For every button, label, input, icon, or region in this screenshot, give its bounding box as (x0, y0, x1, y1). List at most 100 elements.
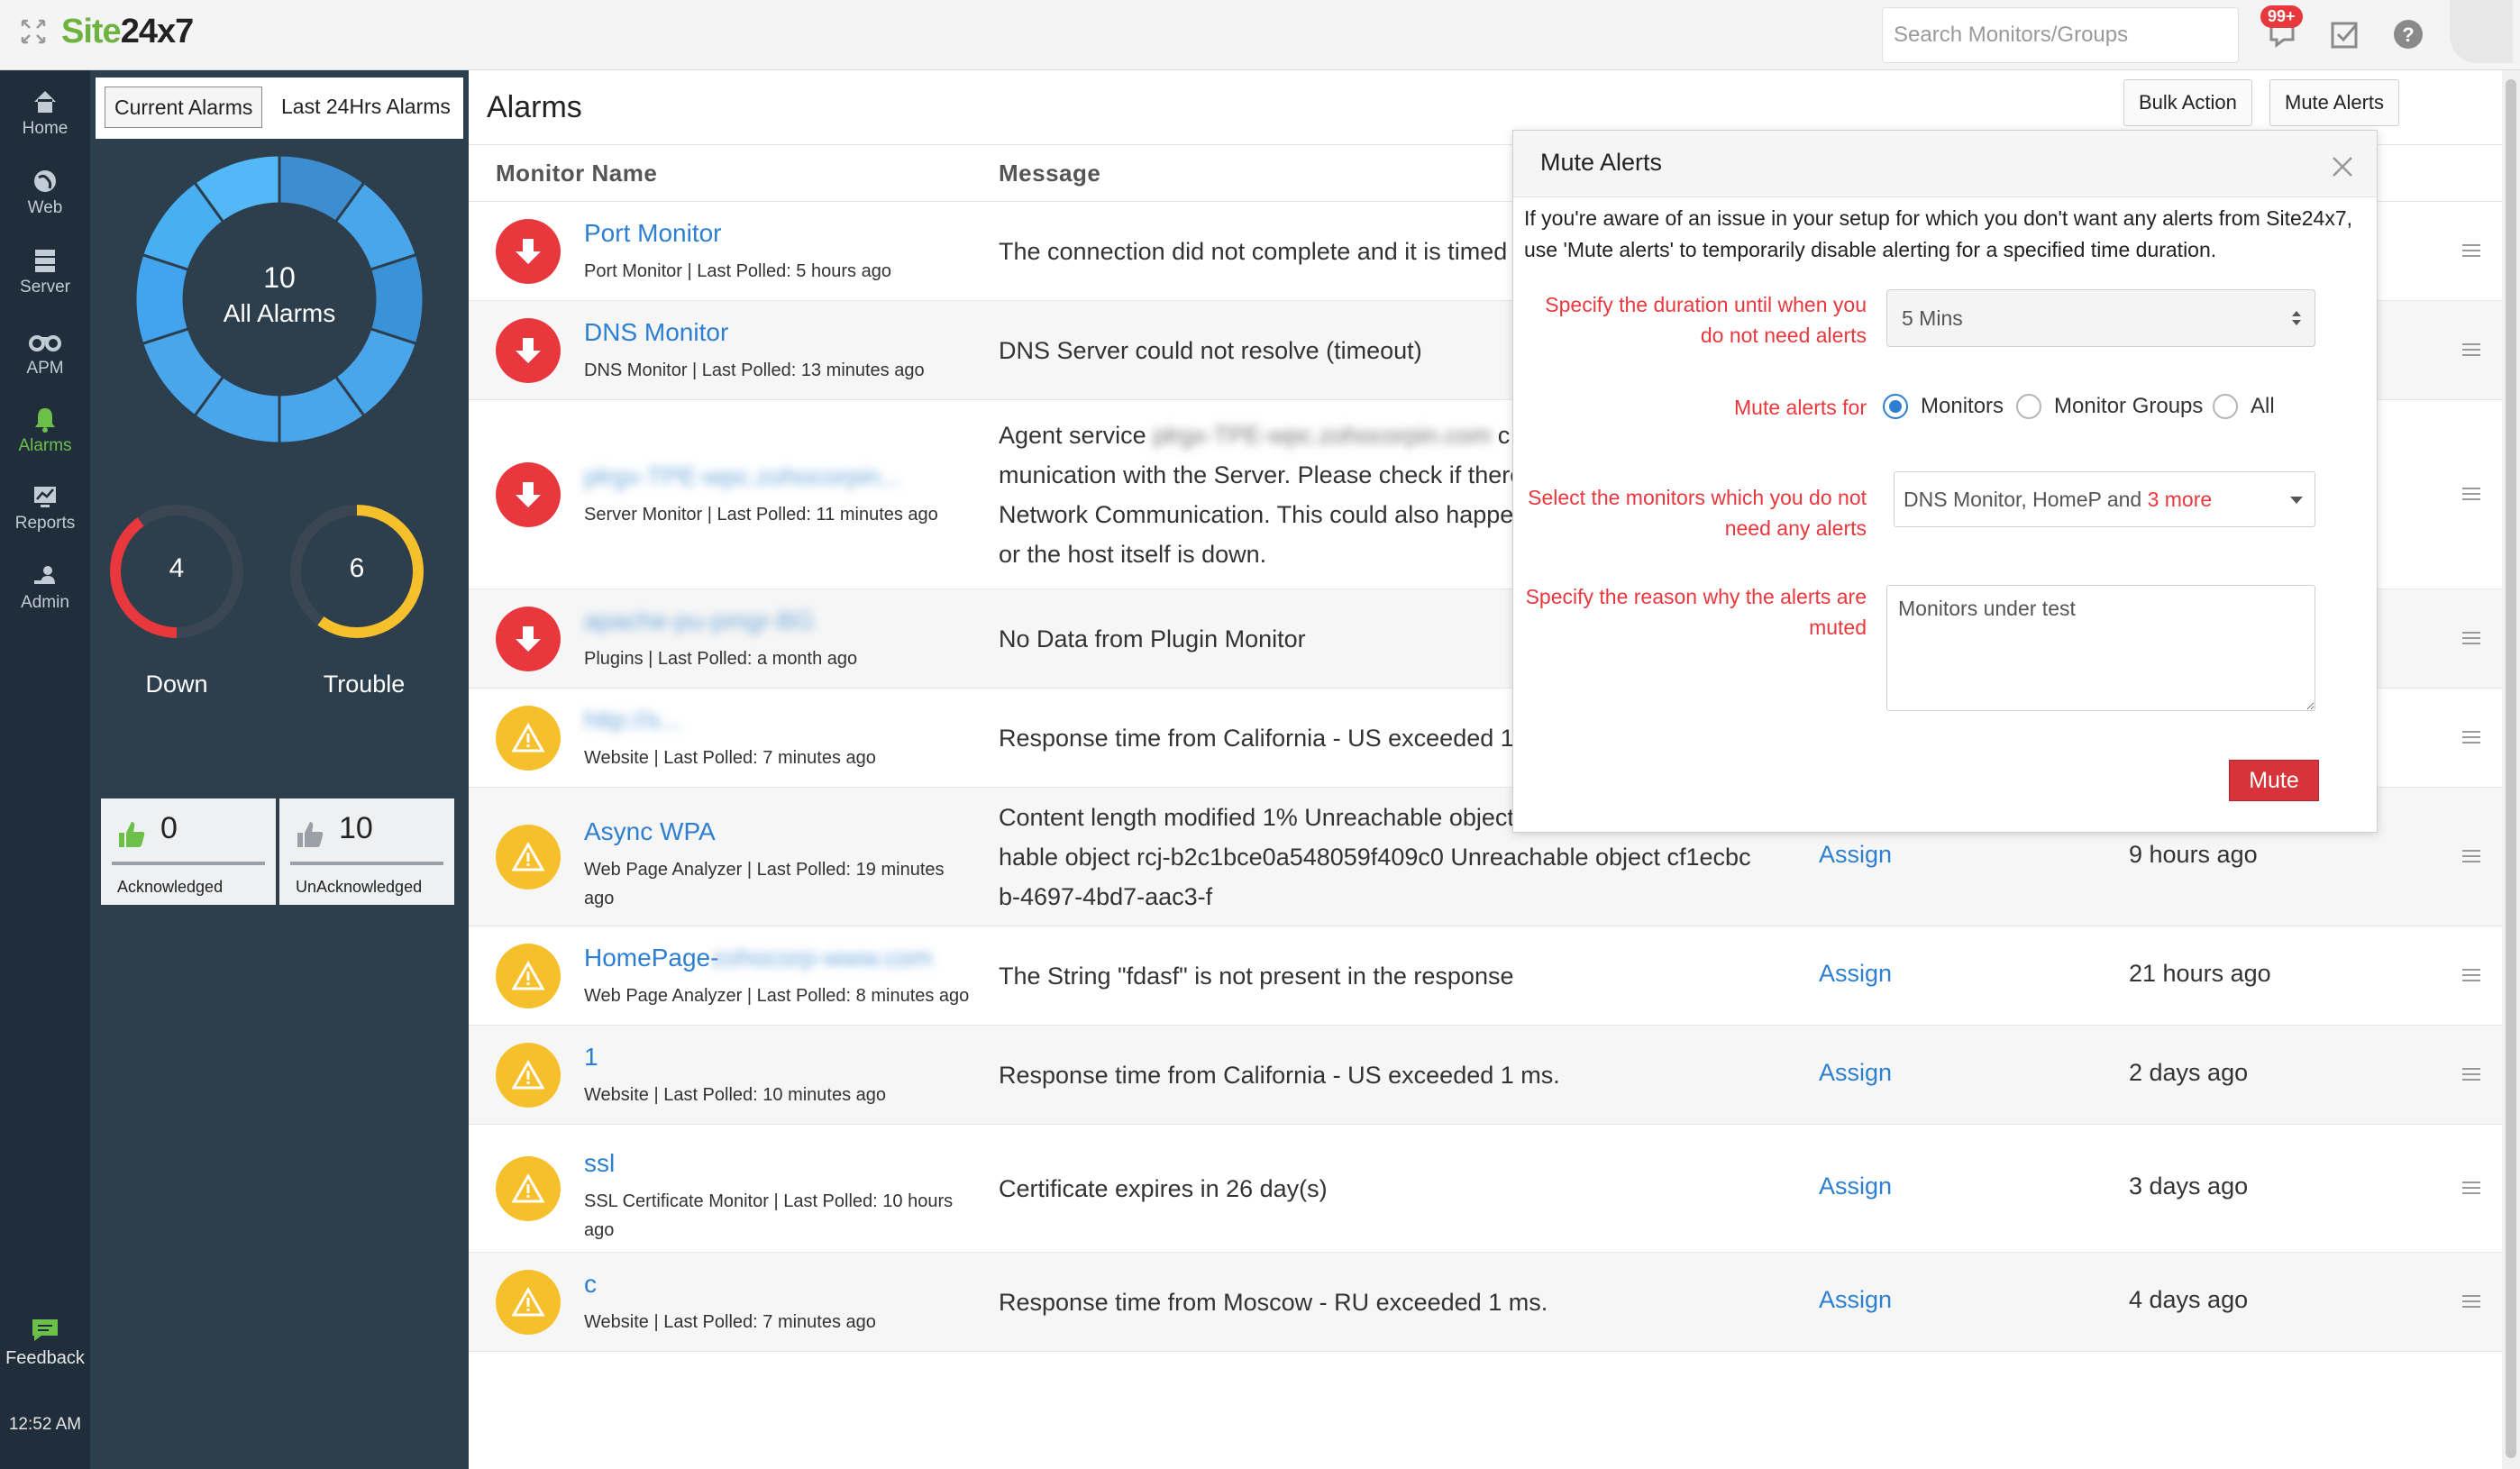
row-menu-icon[interactable] (2462, 969, 2480, 983)
unacknowledged-box[interactable]: 10 UnAcknowledged (279, 798, 454, 905)
trouble-status-icon (496, 944, 561, 1008)
trouble-status-icon (496, 1156, 561, 1221)
column-message[interactable]: Message (999, 160, 1100, 187)
message-text: Agent service (999, 422, 1146, 449)
row-menu-icon[interactable] (2462, 632, 2480, 646)
home-icon (34, 91, 56, 113)
all-alarms-count: 10 (263, 261, 296, 294)
assign-link[interactable]: Assign (1819, 841, 1892, 869)
nav-home[interactable]: Home (0, 88, 90, 139)
chevron-down-icon (2290, 497, 2303, 504)
feedback-label: Feedback (5, 1348, 85, 1368)
acknowledged-box[interactable]: 0 Acknowledged (101, 798, 276, 905)
row-menu-icon[interactable] (2462, 244, 2480, 259)
down-status-icon (496, 219, 561, 284)
down-status-icon (496, 607, 561, 671)
site24x7-logo[interactable]: Site24x7 (61, 13, 194, 51)
row-menu-icon[interactable] (2462, 343, 2480, 358)
nav-admin[interactable]: Admin (0, 562, 90, 613)
nav-server[interactable]: Server (0, 247, 90, 297)
nav-label: APM (26, 359, 64, 378)
alarm-message: Certificate expires in 26 day(s) (999, 1169, 1792, 1209)
monitor-subtitle: Web Page Analyzer | Last Polled: 19 minu… (584, 860, 945, 908)
globe-icon (34, 170, 56, 192)
scrollbar[interactable] (2502, 70, 2520, 1469)
monitor-name-link[interactable]: plrgx-TPE-wpc.zohocorpin... (584, 462, 901, 491)
monitor-subtitle: Port Monitor | Last Polled: 5 hours ago (584, 261, 891, 281)
monitor-name-blurred: zohocorp-www.com (712, 944, 933, 972)
row-menu-icon[interactable] (2462, 1068, 2480, 1082)
row-menu-icon[interactable] (2462, 1182, 2480, 1196)
monitor-name-link[interactable]: c (584, 1270, 597, 1299)
table-row[interactable]: c Website | Last Polled: 7 minutes ago Res… (469, 1253, 2502, 1352)
monitor-select[interactable]: DNS Monitor, HomeP and 3 more (1894, 471, 2315, 527)
assign-link[interactable]: Assign (1819, 1286, 1892, 1314)
alarm-message: Response time from California - US excee… (999, 1055, 1792, 1095)
radio-monitor-groups-label[interactable]: Monitor Groups (2054, 394, 2203, 419)
alarm-message: Response time from Moscow - RU exceeded … (999, 1282, 1792, 1322)
tasks-icon[interactable] (2327, 16, 2363, 52)
assign-link[interactable]: Assign (1819, 960, 1892, 988)
page-title: Alarms (487, 90, 582, 124)
monitor-name-link[interactable]: ssl (584, 1149, 615, 1178)
nav-reports[interactable]: Reports (0, 483, 90, 534)
chat-icon (32, 1319, 58, 1341)
trouble-status-icon (496, 1043, 561, 1108)
radio-monitor-groups[interactable] (2016, 394, 2041, 419)
alarm-time: 3 days ago (2129, 1172, 2249, 1200)
duration-select[interactable]: 5 Mins (1886, 289, 2315, 347)
monitor-subtitle: Server Monitor | Last Polled: 11 minutes… (584, 505, 938, 525)
monitor-subtitle: Website | Last Polled: 7 minutes ago (584, 748, 876, 768)
divider (290, 862, 443, 865)
assign-link[interactable]: Assign (1819, 1172, 1892, 1200)
message-text: b-4697-4bd7-aac3-f (999, 883, 1213, 910)
mute-for-label: Mute alerts for (1734, 396, 1867, 419)
monitor-name-link[interactable]: 1 (584, 1043, 598, 1072)
row-menu-icon[interactable] (2462, 850, 2480, 864)
tab-last-24hrs-alarms[interactable]: Last 24Hrs Alarms (272, 87, 460, 128)
feedback-button[interactable]: Feedback (0, 1318, 90, 1369)
monitor-name-link[interactable]: Port Monitor (584, 219, 722, 248)
reason-textarea[interactable] (1886, 585, 2315, 711)
table-row[interactable]: HomePage-zohocorp-www.com Web Page Analyz… (469, 926, 2502, 1026)
row-menu-icon[interactable] (2462, 488, 2480, 502)
assign-link[interactable]: Assign (1819, 1059, 1892, 1087)
search-input[interactable] (1882, 7, 2239, 63)
monitor-select-more: 3 more (2147, 488, 2213, 511)
monitor-name-link[interactable]: HomePage- (584, 944, 718, 972)
left-navigation: Home Web Server APM Alarms Reports Admin… (0, 70, 90, 1469)
nav-web[interactable]: Web (0, 168, 90, 218)
row-menu-icon[interactable] (2462, 1295, 2480, 1309)
bulk-action-button[interactable]: Bulk Action (2123, 79, 2252, 126)
tab-current-alarms[interactable]: Current Alarms (105, 87, 263, 128)
monitor-subtitle: Website | Last Polled: 10 minutes ago (584, 1085, 887, 1105)
table-row[interactable]: 1 Website | Last Polled: 10 minutes ago Re… (469, 1026, 2502, 1125)
monitor-name-link[interactable]: http://s... (584, 706, 680, 734)
nav-apm[interactable]: APM (0, 328, 90, 379)
mute-alerts-button[interactable]: Mute Alerts (2269, 79, 2400, 126)
monitor-name-link[interactable]: Async WPA (584, 817, 716, 846)
expand-icon[interactable] (20, 18, 47, 45)
message-text: The connection did not complete and it i… (999, 238, 1508, 265)
duration-value: 5 Mins (1902, 306, 1963, 330)
table-row[interactable]: ssl SSL Certificate Monitor | Last Polled… (469, 1125, 2502, 1253)
close-icon[interactable] (2330, 154, 2355, 179)
row-menu-icon[interactable] (2462, 731, 2480, 745)
clock: 12:52 AM (8, 1415, 82, 1434)
column-monitor-name[interactable]: Monitor Name (496, 160, 657, 187)
mute-button[interactable]: Mute (2229, 760, 2319, 801)
monitor-name-link[interactable]: apache-pu-pmgr-BG (584, 607, 814, 635)
nav-label: Reports (14, 514, 76, 533)
radio-all-label[interactable]: All (2251, 394, 2275, 419)
help-icon[interactable]: ? (2390, 16, 2426, 52)
radio-monitors-label[interactable]: Monitors (1921, 394, 2004, 419)
acknowledged-label: Acknowledged (117, 878, 224, 896)
monitor-name-link[interactable]: DNS Monitor (584, 318, 728, 347)
radio-monitors[interactable] (1883, 394, 1908, 419)
scrollbar-thumb[interactable] (2506, 79, 2516, 1458)
user-avatar[interactable] (2450, 0, 2513, 63)
radio-all[interactable] (2213, 394, 2238, 419)
dialog-title: Mute Alerts (1540, 149, 1663, 176)
nav-alarms[interactable]: Alarms (0, 406, 90, 456)
all-alarms-label: All Alarms (223, 299, 336, 327)
